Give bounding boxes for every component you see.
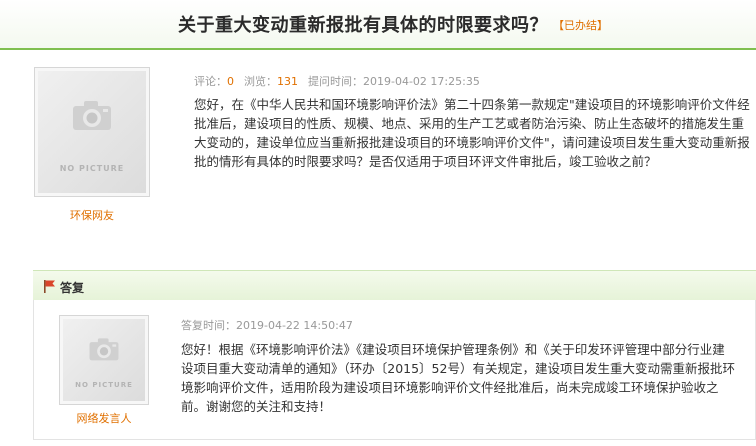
answer-line: 设项目重大变动清单的通知》（环办〔2015〕52号）有关规定，建设项目发生重大变… [181, 361, 735, 376]
question-block: NO PICTURE 环保网友 评论：0 浏览：131 提问时间：2019-04-0… [0, 52, 756, 248]
responder-name[interactable]: 网络发言人 [59, 410, 149, 426]
ask-time: 2019-04-02 17:25:35 [363, 75, 480, 88]
answer-block: NO PICTURE 网络发言人 答复时间：2019-04-22 14:50:4… [33, 300, 756, 440]
asker-name[interactable]: 环保网友 [34, 207, 150, 223]
answer-text: 您好！根据《环境影响评价法》《建设项目环境保护管理条例》和《关于印发环评管理中部… [181, 340, 735, 416]
answer-time-label: 答复时间： [181, 319, 236, 332]
question-text: 您好，在《中华人民共和国环境影响评价法》第二十四条第一款规定"建设项目的环境影响… [194, 95, 750, 171]
reply-label: 答复 [60, 281, 85, 295]
answer-line: 前。谢谢您的关注和支持！ [181, 399, 332, 414]
answer-meta: 答复时间：2019-04-22 14:50:47 [181, 317, 353, 333]
flag-icon [44, 280, 55, 293]
question-meta: 评论：0 浏览：131 提问时间：2019-04-02 17:25:35 [194, 73, 480, 89]
views-label: 浏览： [244, 75, 277, 88]
reply-header: 答复 [33, 270, 756, 300]
answer-line: 境影响评价文件，适用阶段为建设项目环境影响评价文件经批准后，尚未完成竣工环境保护… [181, 380, 719, 395]
question-line: 您好，在《中华人民共和国环境影响评价法》第二十四条第一款规定"建设项目的环境影响… [194, 97, 750, 112]
asker-avatar: NO PICTURE [34, 67, 150, 197]
no-picture-text: NO PICTURE [59, 164, 125, 173]
no-picture-text: NO PICTURE [75, 381, 133, 389]
question-line: 批准后，建设项目的性质、规模、地点、采用的生产工艺或者防治污染、防止生态破坏的措… [194, 116, 745, 131]
ask-time-label: 提问时间： [308, 75, 363, 88]
page-title: 关于重大变动重新报批有具体的时限要求吗？ [178, 15, 548, 36]
comments-label: 评论： [194, 75, 227, 88]
answer-line: 您好！根据《环境影响评价法》《建设项目环境保护管理条例》和《关于印发环评管理中部… [181, 342, 725, 357]
views-count: 131 [277, 75, 298, 88]
responder-avatar: NO PICTURE [59, 315, 149, 405]
status-badge: 【已办结】 [553, 19, 608, 32]
camera-icon [73, 100, 111, 130]
answer-time: 2019-04-22 14:50:47 [236, 319, 353, 332]
comments-count: 0 [227, 75, 234, 88]
question-line: 大变动的，建设单位应当重新报批建设项目的环境影响评价文件"，请问建设项目发生重大… [194, 135, 750, 150]
camera-icon [89, 337, 119, 360]
title-bar: 关于重大变动重新报批有具体的时限要求吗？ 【已办结】 [0, 0, 756, 50]
question-line: 批的情形有具体的时限要求吗？是否仅适用于项目环评文件审批后，竣工验收之前？ [194, 154, 657, 169]
